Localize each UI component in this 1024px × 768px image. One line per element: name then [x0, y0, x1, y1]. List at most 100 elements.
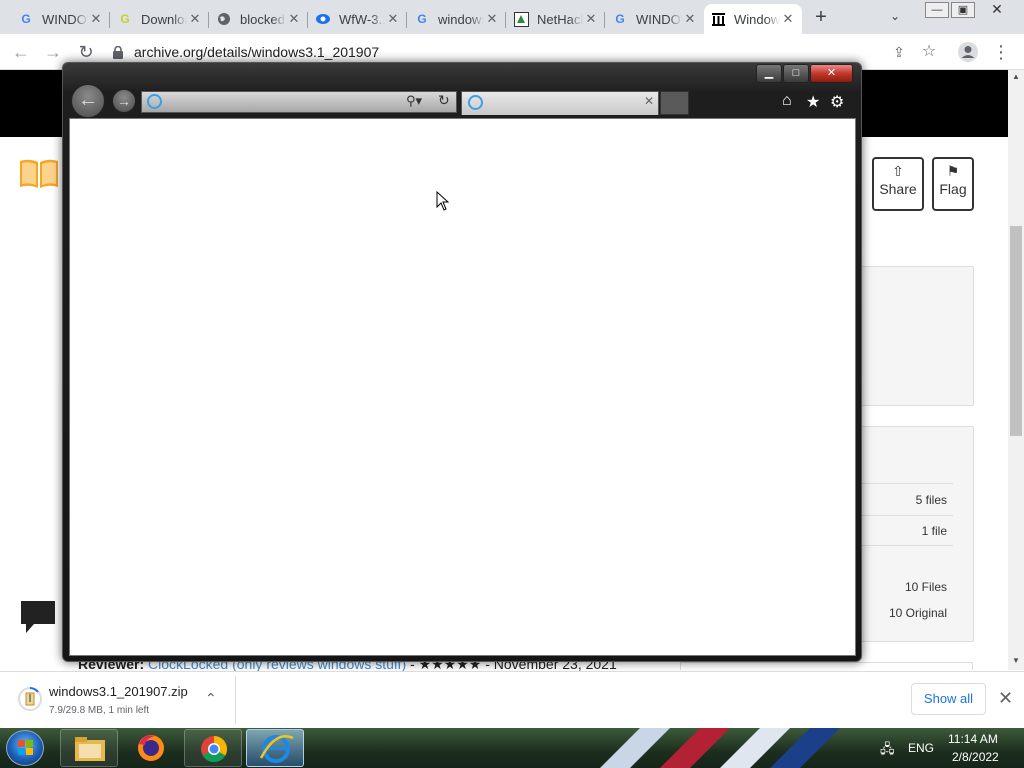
wallpaper-flag: [580, 728, 880, 768]
file-count[interactable]: 5 files: [916, 493, 947, 507]
tab-title: Windows: [734, 11, 780, 27]
nethack-icon: [513, 11, 529, 27]
ie-window[interactable]: ▁ □ ✕ ← → ⚲▾ ↻ ✕ ⌂ ★ ⚙: [62, 62, 862, 662]
favorites-icon[interactable]: ★: [806, 92, 820, 112]
home-icon[interactable]: ⌂: [782, 92, 792, 110]
download-filename[interactable]: windows3.1_201907.zip: [49, 684, 188, 699]
share-label: Share: [879, 181, 917, 197]
search-icon[interactable]: ⚲▾: [406, 93, 422, 109]
close-icon[interactable]: ✕: [88, 11, 104, 27]
flag-button[interactable]: ⚑ Flag: [932, 157, 974, 211]
share-page-icon[interactable]: ⇪: [888, 41, 910, 63]
tab-title: WfW-3.11: [339, 11, 385, 27]
close-icon[interactable]: ✕: [583, 11, 599, 27]
network-icon[interactable]: 🖧: [880, 740, 895, 762]
file-count[interactable]: 10 Original: [889, 606, 947, 620]
clock-time[interactable]: 11:14 AM: [948, 732, 998, 746]
files-panel: 5 files 1 file 10 Files 10 Original: [860, 426, 974, 642]
share-icon: ⇧: [892, 163, 904, 179]
close-icon[interactable]: ✕: [780, 11, 796, 27]
share-button[interactable]: ⇧ Share: [872, 157, 924, 211]
close-icon[interactable]: ✕: [998, 688, 1013, 709]
minimize-button[interactable]: —: [925, 2, 949, 18]
google-icon: G: [417, 12, 427, 26]
lock-icon: [112, 45, 124, 59]
clock-date[interactable]: 2/8/2022: [952, 750, 999, 764]
explorer-taskbar-button[interactable]: [60, 729, 118, 767]
tab-title: Download: [141, 11, 187, 27]
tab[interactable]: WfW-3.11 ✕: [309, 4, 407, 34]
ie-page-icon: [468, 95, 483, 110]
tab-title: windows: [438, 11, 484, 27]
flag-label: Flag: [939, 181, 967, 197]
profile-icon[interactable]: [957, 41, 979, 63]
minimize-button[interactable]: ▁: [756, 64, 782, 83]
ie-address-bar[interactable]: ⚲▾ ↻: [141, 91, 457, 113]
book-icon: [18, 158, 60, 190]
new-tab-button[interactable]: +: [810, 6, 832, 28]
chat-icon[interactable]: [20, 600, 56, 634]
zip-file-icon: [18, 686, 42, 712]
tab-active[interactable]: Windows ✕: [704, 4, 802, 34]
chevron-down-icon[interactable]: ⌄: [890, 9, 900, 23]
tab-title: WINDOWS: [42, 11, 88, 27]
tab-strip: G WINDOWS ✕ G Download ✕ blocked ✕ WfW-3…: [0, 0, 1024, 34]
tab[interactable]: G Download ✕: [111, 4, 209, 34]
system-tray: 🖧 ENG 11:14 AM 2/8/2022: [876, 728, 1024, 768]
google-icon: G: [21, 12, 31, 26]
start-button[interactable]: [6, 730, 44, 766]
forward-button[interactable]: →: [42, 41, 64, 63]
firefox-taskbar-button[interactable]: [122, 729, 180, 767]
menu-icon[interactable]: ⋮: [990, 41, 1012, 63]
file-count[interactable]: 1 file: [922, 524, 947, 538]
tab-title: WINDOWS: [636, 11, 682, 27]
file-count[interactable]: 10 Files: [905, 580, 947, 594]
close-icon[interactable]: ✕: [187, 11, 203, 27]
archive-icon: [710, 11, 726, 27]
reload-button[interactable]: ↻: [75, 41, 97, 63]
mouse-cursor-icon: [436, 190, 450, 216]
chevron-up-icon[interactable]: ⌃: [205, 690, 217, 707]
close-icon[interactable]: ✕: [644, 94, 654, 108]
ie-tab[interactable]: ✕: [461, 91, 659, 115]
info-panel: [860, 266, 974, 406]
taskbar: 🖧 ENG 11:14 AM 2/8/2022: [0, 728, 1024, 768]
close-icon[interactable]: ✕: [484, 11, 500, 27]
url-text: archive.org/details/windows3.1_201907: [134, 44, 380, 60]
tab-title: blocked: [240, 11, 285, 27]
tab[interactable]: NetHack ✕: [507, 4, 605, 34]
forward-icon[interactable]: →: [112, 89, 136, 113]
close-icon[interactable]: ✕: [286, 11, 302, 27]
close-icon[interactable]: ✕: [385, 11, 401, 27]
refresh-icon[interactable]: ↻: [438, 92, 450, 109]
chrome-taskbar-button[interactable]: [184, 729, 242, 767]
tab[interactable]: G WINDOWS ✕: [12, 4, 110, 34]
download-status: 7.9/29.8 MB, 1 min left: [49, 705, 150, 716]
google-icon: G: [615, 12, 625, 26]
close-window-button[interactable]: ✕: [977, 2, 1017, 18]
scroll-down-arrow[interactable]: ▼: [1008, 656, 1024, 670]
back-icon[interactable]: ←: [71, 84, 105, 118]
language-indicator[interactable]: ENG: [908, 741, 934, 755]
tools-icon[interactable]: ⚙: [830, 92, 844, 112]
internet-explorer-taskbar-button[interactable]: [246, 729, 304, 767]
bookmark-star-icon[interactable]: ☆: [918, 41, 940, 63]
ie-content-area[interactable]: [69, 118, 856, 656]
close-icon[interactable]: ✕: [682, 11, 698, 27]
firefox-icon: [138, 735, 164, 761]
new-tab-button[interactable]: [660, 91, 689, 115]
show-all-button[interactable]: Show all: [911, 683, 986, 715]
folder-icon: [75, 737, 105, 761]
tab[interactable]: blocked ✕: [210, 4, 308, 34]
tab[interactable]: G windows ✕: [408, 4, 506, 34]
tab[interactable]: G WINDOWS ✕: [606, 4, 704, 34]
scrollbar-thumb[interactable]: [1010, 226, 1022, 436]
internet-explorer-icon: [259, 735, 294, 763]
back-button[interactable]: ←: [10, 41, 32, 63]
close-button[interactable]: ✕: [810, 64, 853, 83]
scroll-up-arrow[interactable]: ▲: [1008, 72, 1024, 86]
maximize-button[interactable]: □: [783, 64, 809, 83]
download-shelf: windows3.1_201907.zip 7.9/29.8 MB, 1 min…: [0, 671, 1024, 728]
flag-icon: ⚑: [946, 163, 960, 179]
restore-button[interactable]: ▣: [951, 2, 975, 18]
